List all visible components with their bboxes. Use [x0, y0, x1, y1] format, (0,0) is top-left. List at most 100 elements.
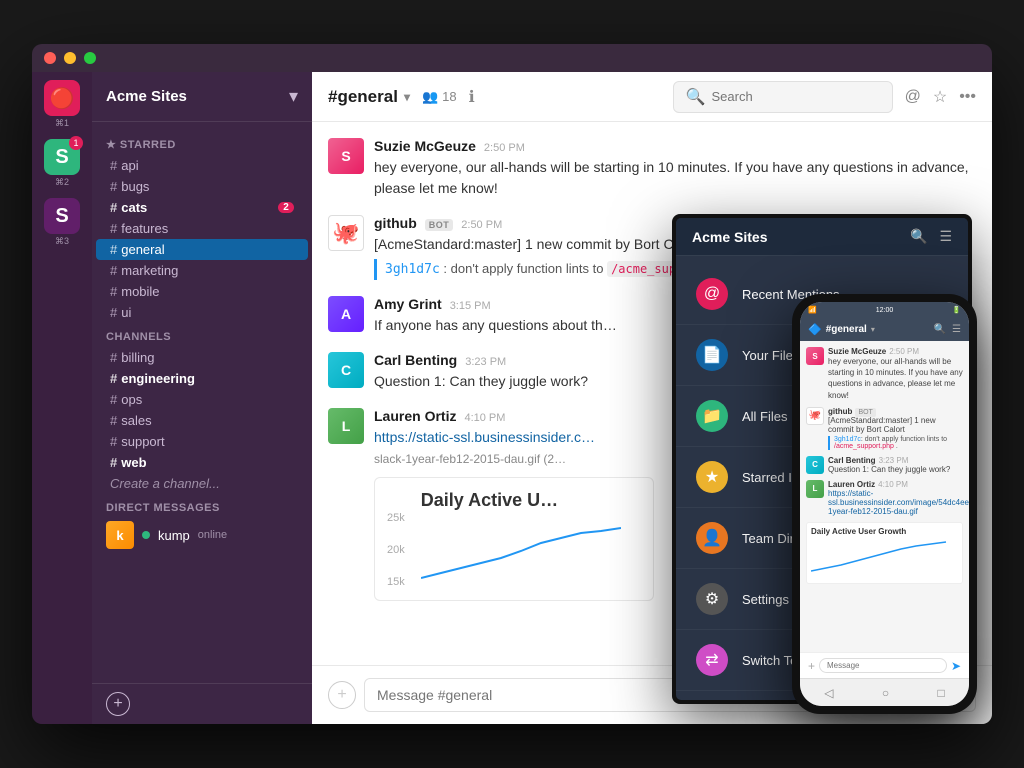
header-icons: @ ☆ •••	[905, 87, 976, 107]
msg-text-suzie: hey everyone, our all-hands will be star…	[374, 157, 976, 199]
phone-status-bar: 📶 12:00 🔋	[800, 302, 969, 318]
tablet-search-icon[interactable]: 🔍	[910, 228, 927, 245]
sidebar-item-billing[interactable]: # billing	[96, 347, 308, 368]
search-bar[interactable]: 🔍	[673, 81, 893, 113]
avatar-carl: C	[328, 352, 364, 388]
tablet-menu-icon[interactable]: ☰	[939, 228, 952, 245]
tablet-header: Acme Sites 🔍 ☰	[676, 218, 968, 256]
phone-msg-lauren: L Lauren Ortiz4:10 PM https://static-ssl…	[806, 480, 963, 516]
phone-frame: 📶 12:00 🔋 🔷 #general ▾ 🔍 ☰	[792, 294, 977, 714]
create-channel-link[interactable]: Create a channel...	[96, 473, 308, 494]
tablet-header-icons: 🔍 ☰	[910, 228, 952, 245]
dm-section-label: DIRECT MESSAGES	[92, 494, 312, 518]
phone-channel-name: #general	[826, 324, 867, 335]
starred-section-label: ★ STARRED	[92, 130, 312, 155]
at-icon[interactable]: @	[905, 88, 921, 106]
msg-time-lauren: 4:10 PM	[464, 412, 505, 424]
chevron-down-icon[interactable]: ▾	[289, 86, 298, 107]
sidebar-item-web[interactable]: # web	[96, 452, 308, 473]
your-files-icon: 📄	[696, 339, 728, 371]
phone-menu-icon[interactable]: ☰	[952, 324, 961, 335]
people-icon: 👥	[422, 89, 438, 105]
phone-avatar-carl: C	[806, 456, 824, 474]
phone-chart-svg	[811, 539, 951, 574]
home-nav-icon[interactable]: ○	[882, 686, 889, 700]
close-button[interactable]	[44, 52, 56, 64]
chart-labels: 25k 20k 15k	[387, 512, 405, 588]
msg-author-lauren: Lauren Ortiz	[374, 408, 456, 424]
phone-messages: S Suzie McGeuze2:50 PM hey everyone, our…	[800, 341, 969, 652]
phone-time: 12:00	[876, 307, 894, 314]
chart-title: Daily Active U…	[421, 490, 641, 511]
sidebar-item-support[interactable]: # support	[96, 431, 308, 452]
phone-send-icon[interactable]: ➤	[951, 659, 961, 673]
message-suzie: S Suzie McGeuze 2:50 PM hey everyone, ou…	[328, 138, 976, 199]
online-status-dot	[142, 531, 150, 539]
minimize-button[interactable]	[64, 52, 76, 64]
slack-icon: 🔷	[808, 323, 822, 336]
dm-item-kump[interactable]: k kump online	[92, 518, 312, 552]
msg-author-carl: Carl Benting	[374, 352, 457, 368]
search-icon: 🔍	[686, 87, 706, 107]
channels-section-label: CHANNELS	[92, 323, 312, 347]
bot-badge: BOT	[425, 219, 454, 231]
phone-avatar-github: 🐙	[806, 407, 824, 425]
sidebar-item-ui[interactable]: # ui	[96, 302, 308, 323]
phone-msg-carl: C Carl Benting3:23 PM Question 1: Can th…	[806, 456, 963, 474]
sidebar-item-ops[interactable]: # ops	[96, 389, 308, 410]
recent-nav-icon[interactable]: □	[938, 686, 945, 700]
sidebar-item-sales[interactable]: # sales	[96, 410, 308, 431]
sidebar-header: Acme Sites ▾	[92, 72, 312, 122]
sidebar-item-api[interactable]: # api	[96, 155, 308, 176]
phone-header: 🔷 #general ▾ 🔍 ☰	[800, 318, 969, 341]
phone-msg-github: 🐙 githubBOT [AcmeStandard:master] 1 new …	[806, 407, 963, 450]
search-input[interactable]	[712, 89, 880, 104]
starred-items-icon: ★	[696, 461, 728, 493]
message-add-button[interactable]: +	[328, 681, 356, 709]
lauren-link[interactable]: https://static-ssl.businessinsider.c…	[374, 429, 595, 445]
avatar-lauren: L	[328, 408, 364, 444]
team-icon-2[interactable]: S 1 ⌘2	[44, 139, 80, 188]
team-icon-1[interactable]: 🔴 ⌘1	[44, 80, 80, 129]
info-icon[interactable]: ℹ	[469, 87, 475, 107]
phone-plus-icon[interactable]: +	[808, 659, 815, 673]
sidebar: Acme Sites ▾ ★ STARRED # api # bugs # ca…	[92, 72, 312, 724]
sidebar-item-general[interactable]: # general	[96, 239, 308, 260]
notification-badge: 1	[69, 136, 83, 150]
tablet-title: Acme Sites	[692, 229, 767, 245]
settings-icon: ⚙	[696, 583, 728, 615]
phone-chart-title: Daily Active User Growth	[811, 527, 958, 536]
avatar-suzie: S	[328, 138, 364, 174]
star-icon[interactable]: ☆	[933, 87, 947, 107]
sidebar-item-cats[interactable]: # cats 2	[96, 197, 308, 218]
msg-author-suzie: Suzie McGeuze	[374, 138, 476, 154]
phone-channel-title: 🔷 #general ▾	[808, 323, 875, 336]
sidebar-item-marketing[interactable]: # marketing	[96, 260, 308, 281]
channel-title: #general ▾	[328, 87, 410, 107]
member-count: 👥 18	[422, 89, 457, 105]
phone-search-icon[interactable]: 🔍	[934, 324, 946, 335]
recent-mentions-icon: @	[696, 278, 728, 310]
workspace-name: Acme Sites	[106, 88, 187, 105]
sidebar-item-features[interactable]: # features	[96, 218, 308, 239]
maximize-button[interactable]	[84, 52, 96, 64]
sidebar-content: ★ STARRED # api # bugs # cats 2 # featur…	[92, 122, 312, 683]
phone-header-icons: 🔍 ☰	[934, 324, 961, 335]
your-files-label: Your Files	[742, 348, 799, 363]
sidebar-item-bugs[interactable]: # bugs	[96, 176, 308, 197]
phone-message-input[interactable]	[819, 658, 947, 673]
sidebar-item-mobile[interactable]: # mobile	[96, 281, 308, 302]
phone-chart: Daily Active User Growth	[806, 522, 963, 584]
phone-nav-bar: ◁ ○ □	[800, 678, 969, 706]
back-nav-icon[interactable]: ◁	[824, 686, 833, 700]
sidebar-item-engineering[interactable]: # engineering	[96, 368, 308, 389]
channel-chevron-icon[interactable]: ▾	[404, 90, 410, 104]
add-channel-button[interactable]: +	[106, 692, 130, 716]
message-content-suzie: Suzie McGeuze 2:50 PM hey everyone, our …	[374, 138, 976, 199]
msg-author-amy: Amy Grint	[374, 296, 442, 312]
team-directory-icon: 👤	[696, 522, 728, 554]
phone-avatar-suzie: S	[806, 347, 824, 365]
team-icon-3[interactable]: S ⌘3	[44, 198, 80, 247]
phone-msg-suzie: S Suzie McGeuze2:50 PM hey everyone, our…	[806, 347, 963, 401]
more-icon[interactable]: •••	[959, 88, 976, 106]
